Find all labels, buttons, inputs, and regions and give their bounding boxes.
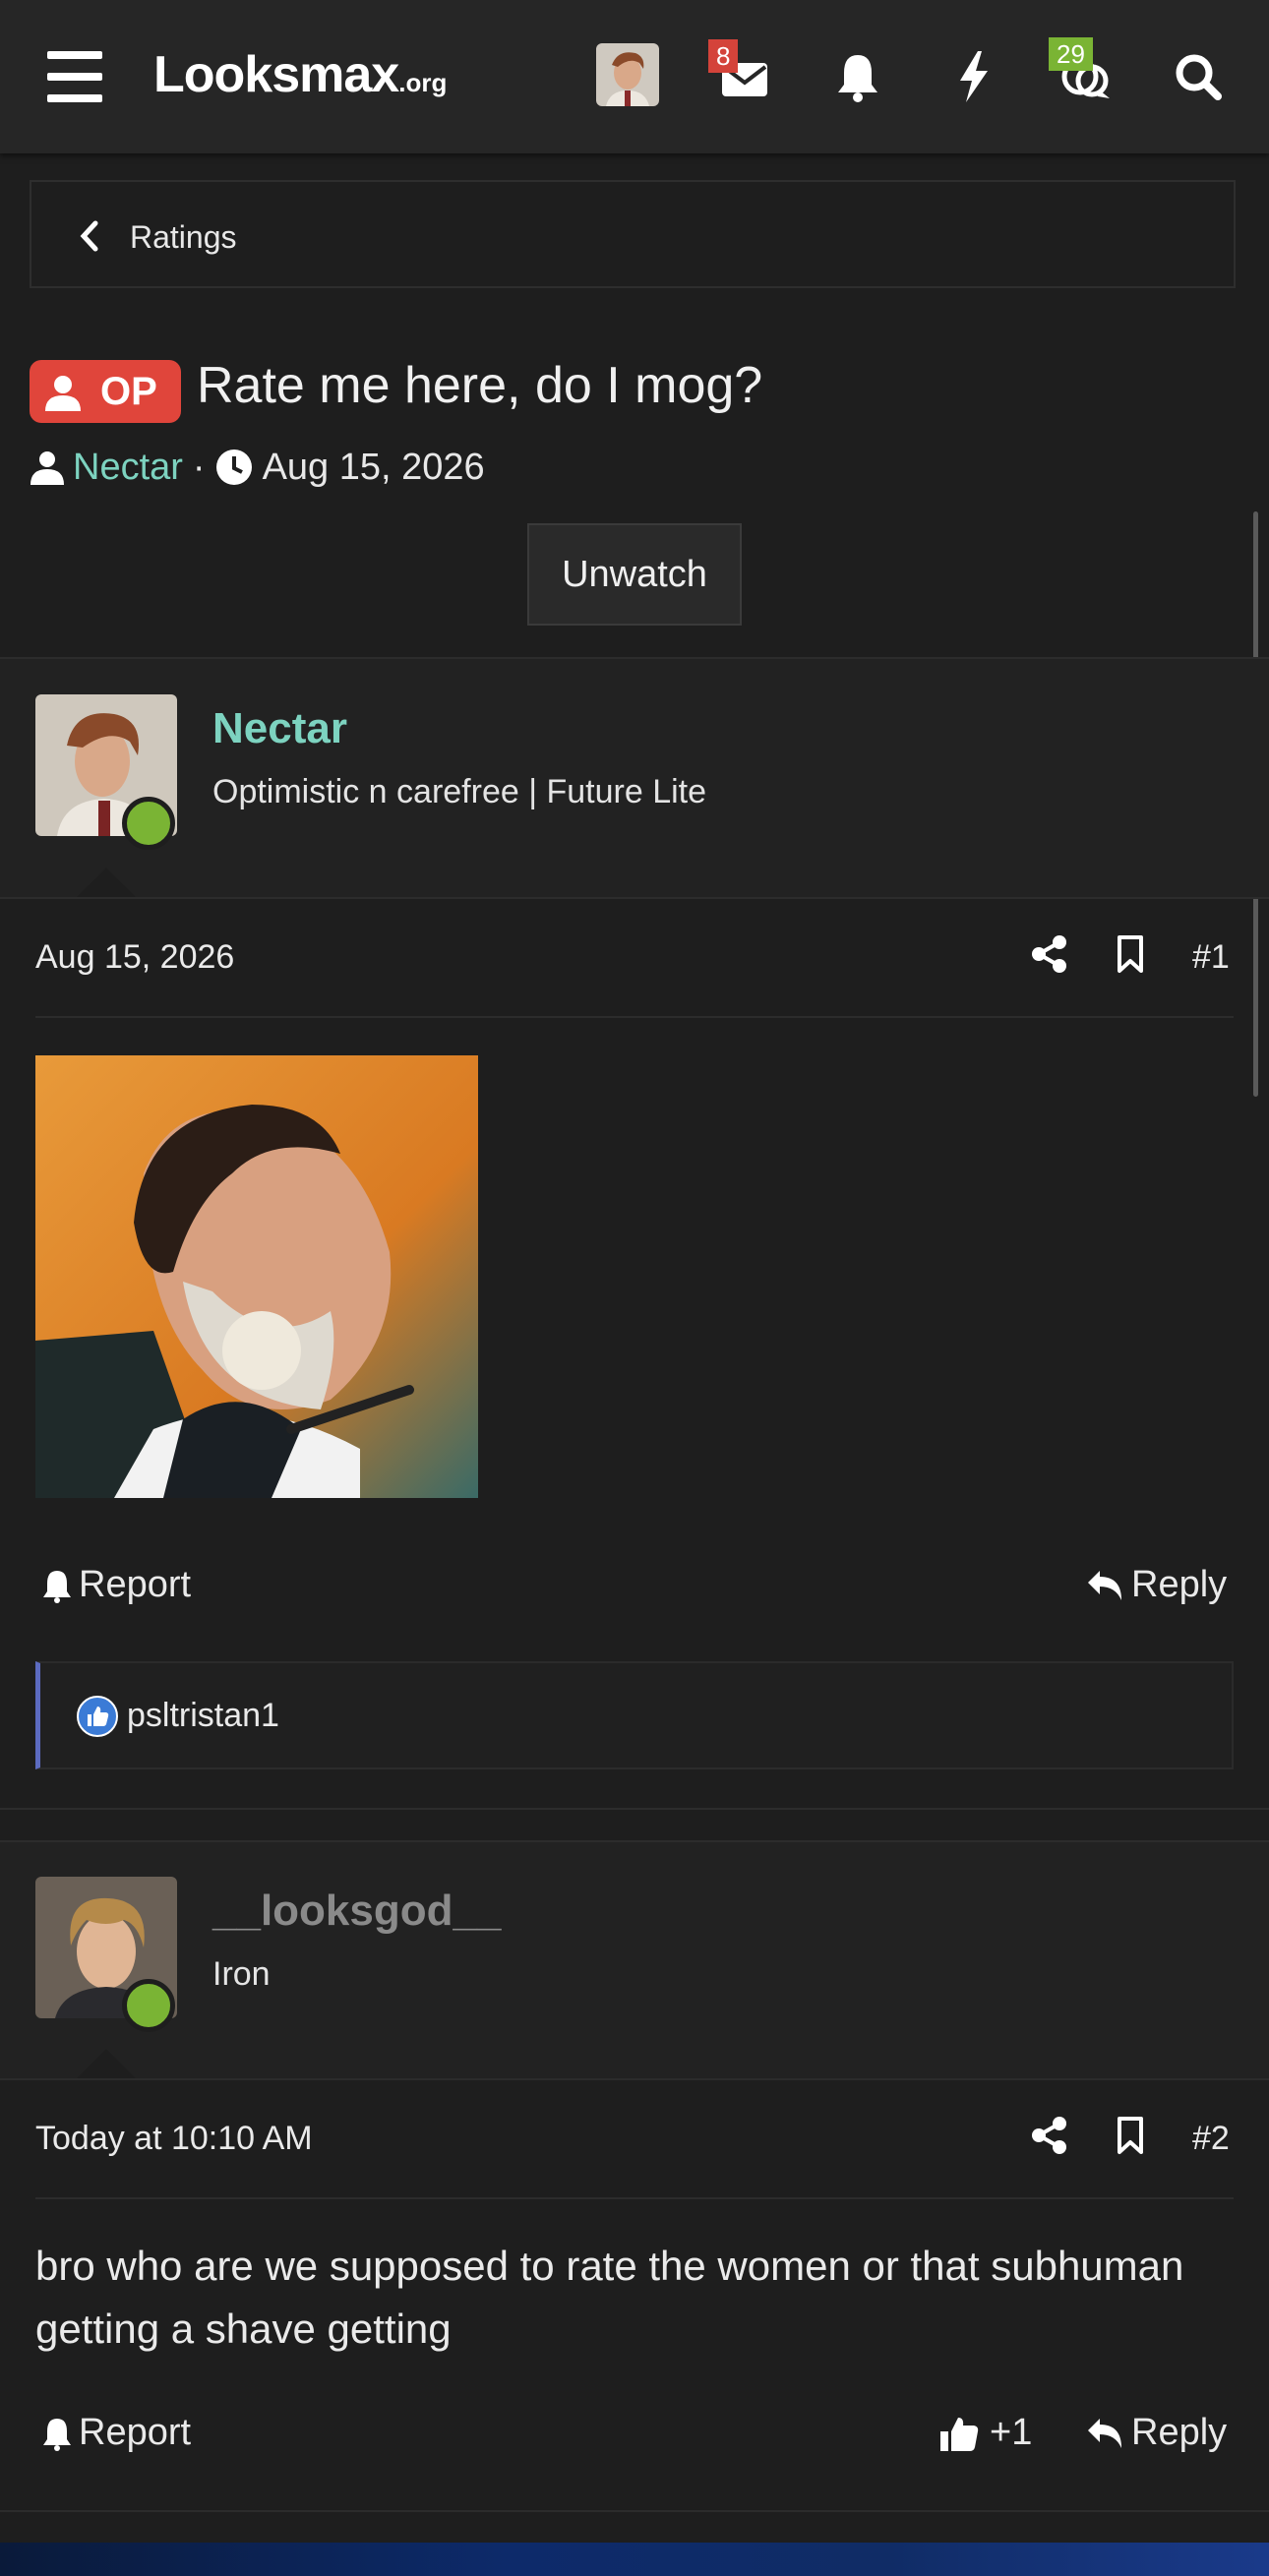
post-1-image[interactable] <box>35 1055 478 1498</box>
chat-bubbles-icon[interactable]: 29 <box>1049 37 1118 106</box>
breadcrumb-label: Ratings <box>130 219 237 255</box>
bookmark-icon[interactable] <box>1116 934 1145 974</box>
bell-icon <box>43 2418 71 2451</box>
reply-arrow-icon <box>1088 2418 1121 2448</box>
post-2-reply-button[interactable]: Reply <box>1086 2412 1227 2454</box>
divider <box>0 2078 1269 2080</box>
divider <box>35 1016 1234 1018</box>
inbox-icon[interactable]: 8 <box>708 39 779 106</box>
divider <box>35 2197 1234 2199</box>
chevron-left-icon <box>79 219 100 253</box>
notifications-bell-icon[interactable] <box>826 47 889 106</box>
bell-icon <box>43 1570 71 1603</box>
breadcrumb[interactable]: Ratings <box>30 180 1236 288</box>
unwatch-button[interactable]: Unwatch <box>527 523 742 626</box>
post-1-number[interactable]: #1 <box>1192 938 1230 977</box>
like-reaction-icon <box>76 1695 119 1738</box>
post-2-user-header <box>0 1842 1269 2078</box>
lightning-bolt-icon[interactable] <box>942 47 1005 106</box>
divider <box>0 1808 1269 1810</box>
top-nav-bar: Looksmax.org 8 29 <box>0 0 1269 153</box>
search-icon[interactable] <box>1167 47 1230 106</box>
post-2-body: bro who are we supposed to rate the wome… <box>35 2243 1184 2352</box>
post-2-date[interactable]: Today at 10:10 AM <box>35 2120 313 2158</box>
divider <box>0 897 1269 899</box>
post-1-date[interactable]: Aug 15, 2026 <box>35 938 234 977</box>
account-avatar[interactable] <box>596 43 659 106</box>
post-1-reply-button[interactable]: Reply <box>1086 1564 1227 1606</box>
post-1-username[interactable]: Nectar <box>212 704 347 753</box>
footer-banner-image[interactable] <box>0 2543 1269 2576</box>
thread-author-link[interactable]: Nectar <box>73 447 183 489</box>
clock-icon <box>215 449 253 486</box>
post-2-user-title: Iron <box>212 1955 271 1993</box>
post-1-report-button[interactable]: Report <box>41 1564 191 1606</box>
post-2-like-button[interactable]: +1 <box>938 2412 1032 2454</box>
thumbs-up-icon <box>940 2417 979 2451</box>
online-status-indicator <box>122 797 175 850</box>
online-status-indicator <box>122 1979 175 2032</box>
thread-title: Rate me here, do I mog? <box>197 357 763 414</box>
reply-arrow-icon <box>1088 1570 1121 1600</box>
bookmark-icon[interactable] <box>1116 2116 1145 2155</box>
post-2-username[interactable]: __looksgod__ <box>212 1887 501 1936</box>
post-notch <box>77 868 136 897</box>
op-prefix-badge: OP <box>30 360 181 423</box>
reaction-username[interactable]: psltristan1 <box>127 1697 279 1735</box>
user-icon <box>30 449 65 485</box>
menu-icon[interactable] <box>43 51 106 102</box>
post-2-report-button[interactable]: Report <box>41 2412 191 2454</box>
share-icon[interactable] <box>1031 2116 1068 2155</box>
post-1-user-title: Optimistic n carefree | Future Lite <box>212 773 707 810</box>
post-1-reactions-bar[interactable]: psltristan1 <box>35 1661 1234 1769</box>
post-notch <box>77 2049 136 2078</box>
share-icon[interactable] <box>1031 934 1068 974</box>
thread-date: Aug 15, 2026 <box>262 446 485 488</box>
thread-meta: Nectar · Aug 15, 2026 <box>30 443 485 492</box>
chats-count-badge: 29 <box>1049 37 1093 71</box>
inbox-count-badge: 8 <box>708 39 739 73</box>
post-2-number[interactable]: #2 <box>1192 2120 1230 2158</box>
site-logo[interactable]: Looksmax.org <box>153 45 447 104</box>
divider <box>0 2510 1269 2512</box>
